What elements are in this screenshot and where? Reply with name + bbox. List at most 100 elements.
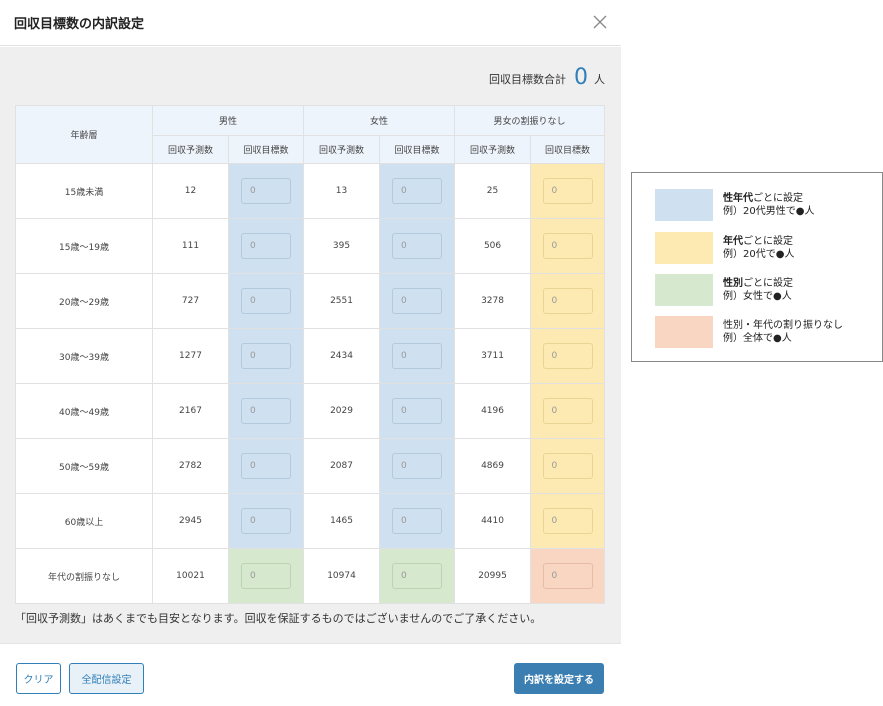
both-predicted: 4196	[454, 383, 532, 439]
female-target-input[interactable]	[392, 233, 443, 259]
female-target-input[interactable]	[392, 508, 443, 534]
total-value: 0	[574, 65, 588, 90]
legend-item-age: 年代ごとに設定 例）20代で●人	[655, 232, 794, 264]
col-header-predicted: 回収予測数	[303, 135, 381, 164]
male-predicted: 2782	[152, 438, 229, 494]
female-target-cell	[379, 328, 456, 384]
female-target-cell	[379, 438, 456, 494]
age-cell: 15歳〜19歳	[15, 218, 153, 274]
both-target-cell	[530, 163, 606, 219]
both-predicted: 4869	[454, 438, 532, 494]
age-cell: 年代の割振りなし	[15, 548, 153, 604]
table-row: 40歳〜49歳 2167 2029 4196	[15, 383, 606, 439]
total-summary: 回収目標数合計 0 人	[489, 63, 605, 91]
both-target-cell	[530, 438, 606, 494]
legend-bold: 年代	[723, 236, 743, 247]
male-predicted: 727	[152, 273, 229, 329]
female-predicted: 2434	[303, 328, 381, 384]
female-target-input[interactable]	[392, 453, 443, 479]
breakdown-table: 年齢層 男性 女性 男女の割振りなし 回収予測数 回収目標数 回収予測数 回収目…	[15, 105, 606, 604]
both-target-input[interactable]	[542, 178, 593, 204]
female-target-input[interactable]	[392, 398, 443, 424]
legend-example: 例）女性で●人	[723, 291, 792, 302]
col-header-target: 回収目標数	[379, 135, 456, 164]
age-cell: 15歳未満	[15, 163, 153, 219]
both-target-input[interactable]	[542, 288, 593, 314]
group-header-both: 男女の割振りなし	[454, 105, 606, 136]
male-target-input[interactable]	[241, 178, 291, 204]
male-target-input[interactable]	[241, 343, 291, 369]
age-cell: 50歳〜59歳	[15, 438, 153, 494]
table-row: 15歳〜19歳 111 395 506	[15, 218, 606, 274]
female-predicted: 13	[303, 163, 381, 219]
female-target-input[interactable]	[392, 178, 443, 204]
group-header-female: 女性	[303, 105, 456, 136]
male-target-cell	[227, 273, 305, 329]
col-header-target: 回収目標数	[530, 135, 606, 164]
legend-rest: ごとに設定	[743, 236, 793, 247]
legend-item-gender: 性別ごとに設定 例）女性で●人	[655, 274, 793, 306]
both-predicted: 20995	[454, 548, 532, 604]
color-legend: 性年代ごとに設定 例）20代男性で●人 年代ごとに設定 例）20代で●人 性別ご…	[631, 172, 883, 362]
female-target-input[interactable]	[392, 563, 443, 589]
both-target-cell	[530, 218, 606, 274]
disclaimer-note: 「回収予測数」はあくまでも目安となります。回収を保証するものではございませんので…	[15, 612, 542, 625]
male-target-input[interactable]	[241, 233, 291, 259]
dialog-header: 回収目標数の内訳設定	[0, 0, 621, 46]
col-header-predicted: 回収予測数	[454, 135, 532, 164]
dialog-footer: クリア 全配信設定 内訳を設定する	[0, 643, 621, 706]
male-target-input[interactable]	[241, 288, 291, 314]
male-target-cell	[227, 383, 305, 439]
both-target-input[interactable]	[542, 563, 593, 589]
male-target-cell	[227, 438, 305, 494]
close-button[interactable]	[588, 10, 612, 34]
legend-example: 例）20代で●人	[723, 249, 795, 260]
legend-bold: 性別	[723, 278, 743, 289]
female-target-input[interactable]	[392, 288, 443, 314]
female-predicted: 2087	[303, 438, 381, 494]
close-icon	[593, 15, 607, 29]
clear-button[interactable]: クリア	[16, 663, 61, 694]
both-target-cell	[530, 383, 606, 439]
all-delivery-button[interactable]: 全配信設定	[69, 663, 144, 694]
dialog-title: 回収目標数の内訳設定	[14, 17, 145, 32]
male-target-input[interactable]	[241, 398, 291, 424]
age-cell: 40歳〜49歳	[15, 383, 153, 439]
both-target-input[interactable]	[542, 398, 593, 424]
legend-rest: ごとに設定	[743, 278, 793, 289]
table-row: 30歳〜39歳 1277 2434 3711	[15, 328, 606, 384]
legend-item-gender-age: 性年代ごとに設定 例）20代男性で●人	[655, 189, 814, 221]
female-target-cell	[379, 548, 456, 604]
male-target-input[interactable]	[241, 508, 291, 534]
breakdown-dialog: 回収目標数の内訳設定 回収目標数合計 0 人 年齢層 男性 女性 男女の割振りな…	[0, 0, 621, 706]
male-target-cell	[227, 218, 305, 274]
both-target-input[interactable]	[542, 508, 593, 534]
female-target-cell	[379, 163, 456, 219]
female-predicted: 2029	[303, 383, 381, 439]
both-target-cell	[530, 273, 606, 329]
male-predicted: 2945	[152, 493, 229, 549]
legend-example: 例）全体で●人	[723, 333, 792, 344]
legend-rest: 性別・年代の割り振りなし	[723, 320, 843, 331]
both-predicted: 4410	[454, 493, 532, 549]
male-target-cell	[227, 163, 305, 219]
legend-swatch	[655, 232, 713, 264]
dialog-body: 回収目標数合計 0 人 年齢層 男性 女性 男女の割振りなし 回収予測数 回収目…	[0, 47, 621, 643]
female-target-cell	[379, 493, 456, 549]
male-target-input[interactable]	[241, 563, 291, 589]
both-target-input[interactable]	[542, 343, 593, 369]
table-row: 50歳〜59歳 2782 2087 4869	[15, 438, 606, 494]
male-target-input[interactable]	[241, 453, 291, 479]
both-target-input[interactable]	[542, 453, 593, 479]
total-label: 回収目標数合計	[489, 73, 566, 86]
legend-example: 例）20代男性で●人	[723, 206, 815, 217]
legend-swatch	[655, 189, 713, 221]
male-target-cell	[227, 328, 305, 384]
age-cell: 30歳〜39歳	[15, 328, 153, 384]
female-target-input[interactable]	[392, 343, 443, 369]
table-row: 15歳未満 12 13 25	[15, 163, 606, 219]
set-breakdown-button[interactable]: 内訳を設定する	[514, 663, 604, 694]
both-target-input[interactable]	[542, 233, 593, 259]
female-target-cell	[379, 218, 456, 274]
female-target-cell	[379, 383, 456, 439]
